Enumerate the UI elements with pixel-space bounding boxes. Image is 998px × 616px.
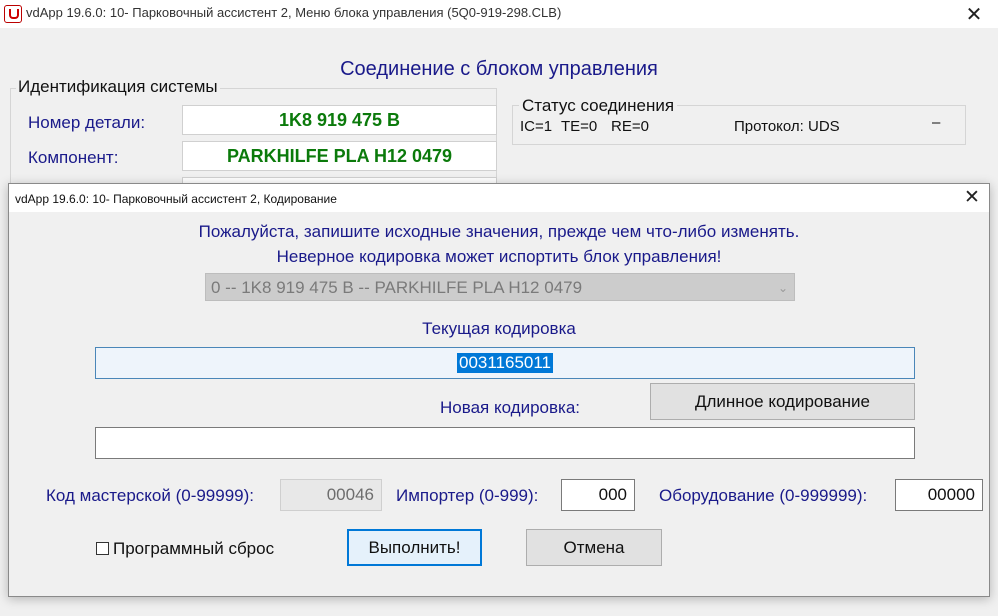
status-re: RE=0 [611,118,649,135]
coding-dialog: vdApp 19.6.0: 10- Парковочный ассистент … [8,183,990,597]
warning-line-2: Неверное кодировка может испортить блок … [276,247,722,266]
app-icon [4,5,22,23]
new-coding-label: Новая кодировка: [440,398,581,417]
long-coding-button[interactable]: Длинное кодирование [650,383,915,420]
ecu-select-value: 0 -- 1K8 919 475 B -- PARKHILFE PLA H12 … [211,278,583,297]
status-ic: IC=1 [520,118,553,135]
warning-line-1: Пожалуйста, запишите исходные значения, … [198,222,800,241]
status-protocol: Протокол: UDS [734,118,840,135]
workshop-code-field[interactable]: 00046 [280,479,382,511]
importer-field[interactable]: 000 [561,479,635,511]
status-te: TE=0 [561,118,598,135]
status-dash: – [932,114,941,131]
dialog-titlebar: vdApp 19.6.0: 10- Парковочный ассистент … [9,184,989,212]
new-coding-input[interactable] [95,427,915,459]
part-number-label: Номер детали: [28,113,146,132]
ecu-select[interactable]: 0 -- 1K8 919 475 B -- PARKHILFE PLA H12 … [205,273,795,301]
dialog-title: vdApp 19.6.0: 10- Парковочный ассистент … [15,192,337,206]
software-reset-label: Программный сброс [113,539,275,558]
part-number-value: 1K8 919 475 B [182,105,497,135]
equipment-field[interactable]: 00000 [895,479,983,511]
current-coding-field[interactable]: 0031165011 [95,347,915,379]
component-value: PARKHILFE PLA H12 0479 [182,141,497,171]
connection-status-title: Статус соединения [519,96,678,116]
execute-button[interactable]: Выполнить! [347,529,482,566]
cancel-button[interactable]: Отмена [526,529,662,566]
current-coding-label: Текущая кодировка [422,319,576,338]
importer-label: Импортер (0-999): [396,486,539,505]
chevron-down-icon: ⌄ [777,281,788,295]
identification-group-title: Идентификация системы [16,77,220,97]
main-window-title: vdApp 19.6.0: 10- Парковочный ассистент … [26,5,562,20]
software-reset-checkbox[interactable] [96,542,109,555]
component-label: Компонент: [28,148,119,167]
workshop-code-label: Код мастерской (0-99999): [46,486,255,505]
main-close-icon[interactable]: ✕ [960,2,988,27]
current-coding-value: 0031165011 [456,353,554,373]
main-window-titlebar: vdApp 19.6.0: 10- Парковочный ассистент … [0,0,998,28]
dialog-close-icon[interactable]: ✕ [961,186,983,209]
equipment-label: Оборудование (0-999999): [659,486,868,505]
